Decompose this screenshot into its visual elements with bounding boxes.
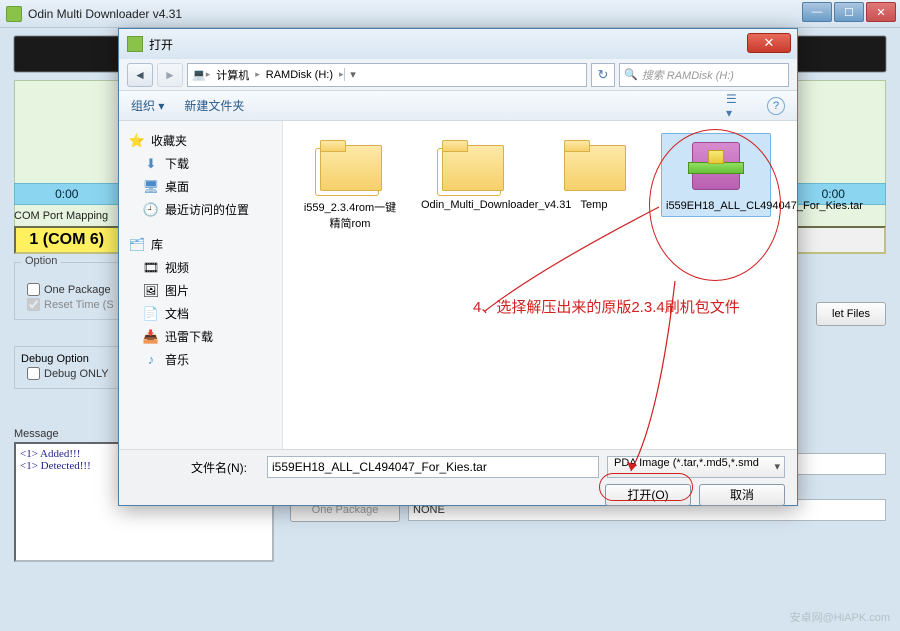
file-open-dialog: 打开 ✕ ◄ ► 💻 ▸ 计算机 ▸ RAMDisk (H:) ▸ ▾ ↻ 🔍 … bbox=[118, 28, 798, 506]
watermark: 安卓网@HiAPK.com bbox=[790, 609, 890, 625]
folder-icon bbox=[314, 137, 386, 195]
sidebar-xunlei[interactable]: 📥迅雷下载 bbox=[123, 325, 278, 348]
dialog-bottom: 文件名(N): PDA Image (*.tar,*.md5,*.smd 打开(… bbox=[119, 449, 797, 505]
music-icon: ♪ bbox=[143, 352, 159, 368]
sidebar-music[interactable]: ♪音乐 bbox=[123, 348, 278, 371]
main-titlebar: Odin Multi Downloader v4.31 — ☐ ✕ bbox=[0, 0, 900, 28]
view-mode-button[interactable]: ☰ ▾ bbox=[725, 95, 747, 117]
sidebar-desktop[interactable]: 🖥桌面 bbox=[123, 175, 278, 198]
search-icon: 🔍 bbox=[624, 68, 638, 81]
annotation-text: 4、选择解压出来的原版2.3.4刷机包文件 bbox=[473, 296, 740, 317]
filename-input[interactable] bbox=[267, 456, 599, 478]
file-item-folder1[interactable]: i559_2.3.4rom一键精简rom bbox=[295, 133, 405, 235]
document-icon: 📄 bbox=[143, 306, 159, 322]
minimize-button[interactable]: — bbox=[802, 2, 832, 22]
download-icon: ⬇ bbox=[143, 156, 159, 172]
select-files-button[interactable]: let Files bbox=[816, 302, 886, 326]
archive-icon bbox=[680, 138, 752, 196]
help-button[interactable]: ? bbox=[767, 97, 785, 115]
sidebar-pictures[interactable]: 🖼图片 bbox=[123, 279, 278, 302]
xunlei-icon: 📥 bbox=[143, 329, 159, 345]
file-item-tar[interactable]: i559EH18_ALL_CL494047_For_Kies.tar bbox=[661, 133, 771, 217]
new-folder-button[interactable]: 新建文件夹 bbox=[184, 97, 244, 114]
maximize-button[interactable]: ☐ bbox=[834, 2, 864, 22]
back-button[interactable]: ◄ bbox=[127, 63, 153, 87]
breadcrumb[interactable]: 💻 ▸ 计算机 ▸ RAMDisk (H:) ▸ ▾ bbox=[187, 63, 587, 87]
sidebar-documents[interactable]: 📄文档 bbox=[123, 302, 278, 325]
file-item-folder3[interactable]: Temp bbox=[539, 133, 649, 215]
address-bar: ◄ ► 💻 ▸ 计算机 ▸ RAMDisk (H:) ▸ ▾ ↻ 🔍 搜索 RA… bbox=[119, 59, 797, 91]
recent-icon: 🕘 bbox=[143, 202, 159, 218]
dialog-icon bbox=[127, 36, 143, 52]
organize-menu[interactable]: 组织 ▾ bbox=[131, 97, 164, 114]
dialog-toolbar: 组织 ▾ 新建文件夹 ☰ ▾ ? bbox=[119, 91, 797, 121]
sidebar-favorites[interactable]: ⭐收藏夹 bbox=[123, 129, 278, 152]
refresh-button[interactable]: ↻ bbox=[591, 63, 615, 87]
com-port-label: COM Port Mapping bbox=[14, 210, 108, 222]
video-icon: 🎞 bbox=[143, 260, 159, 276]
com-port-1: 1 (COM 6) bbox=[14, 226, 120, 254]
sidebar: ⭐收藏夹 ⬇下载 🖥桌面 🕘最近访问的位置 🗂库 🎞视频 🖼图片 📄文档 📥迅雷… bbox=[119, 121, 283, 449]
sidebar-downloads[interactable]: ⬇下载 bbox=[123, 152, 278, 175]
dialog-close-button[interactable]: ✕ bbox=[747, 33, 791, 53]
close-button[interactable]: ✕ bbox=[866, 2, 896, 22]
picture-icon: 🖼 bbox=[143, 283, 159, 299]
cancel-button[interactable]: 取消 bbox=[699, 484, 785, 506]
folder-icon bbox=[436, 137, 508, 195]
library-icon: 🗂 bbox=[129, 237, 145, 253]
computer-icon: 💻 bbox=[192, 68, 206, 81]
desktop-icon: 🖥 bbox=[143, 179, 159, 195]
dialog-titlebar: 打开 ✕ bbox=[119, 29, 797, 59]
filetype-dropdown[interactable]: PDA Image (*.tar,*.md5,*.smd bbox=[607, 456, 785, 478]
sidebar-recent[interactable]: 🕘最近访问的位置 bbox=[123, 198, 278, 221]
forward-button[interactable]: ► bbox=[157, 63, 183, 87]
folder-icon bbox=[558, 137, 630, 195]
file-item-folder2[interactable]: Odin_Multi_Downloader_v4.31 bbox=[417, 133, 527, 215]
file-list[interactable]: i559_2.3.4rom一键精简rom Odin_Multi_Download… bbox=[283, 121, 797, 449]
open-button[interactable]: 打开(O) bbox=[605, 484, 691, 506]
dialog-title: 打开 bbox=[149, 36, 173, 53]
app-title: Odin Multi Downloader v4.31 bbox=[28, 7, 894, 21]
search-input[interactable]: 🔍 搜索 RAMDisk (H:) bbox=[619, 63, 789, 87]
sidebar-library[interactable]: 🗂库 bbox=[123, 233, 278, 256]
sidebar-videos[interactable]: 🎞视频 bbox=[123, 256, 278, 279]
star-icon: ⭐ bbox=[129, 133, 145, 149]
app-icon bbox=[6, 6, 22, 22]
filename-label: 文件名(N): bbox=[131, 459, 259, 476]
